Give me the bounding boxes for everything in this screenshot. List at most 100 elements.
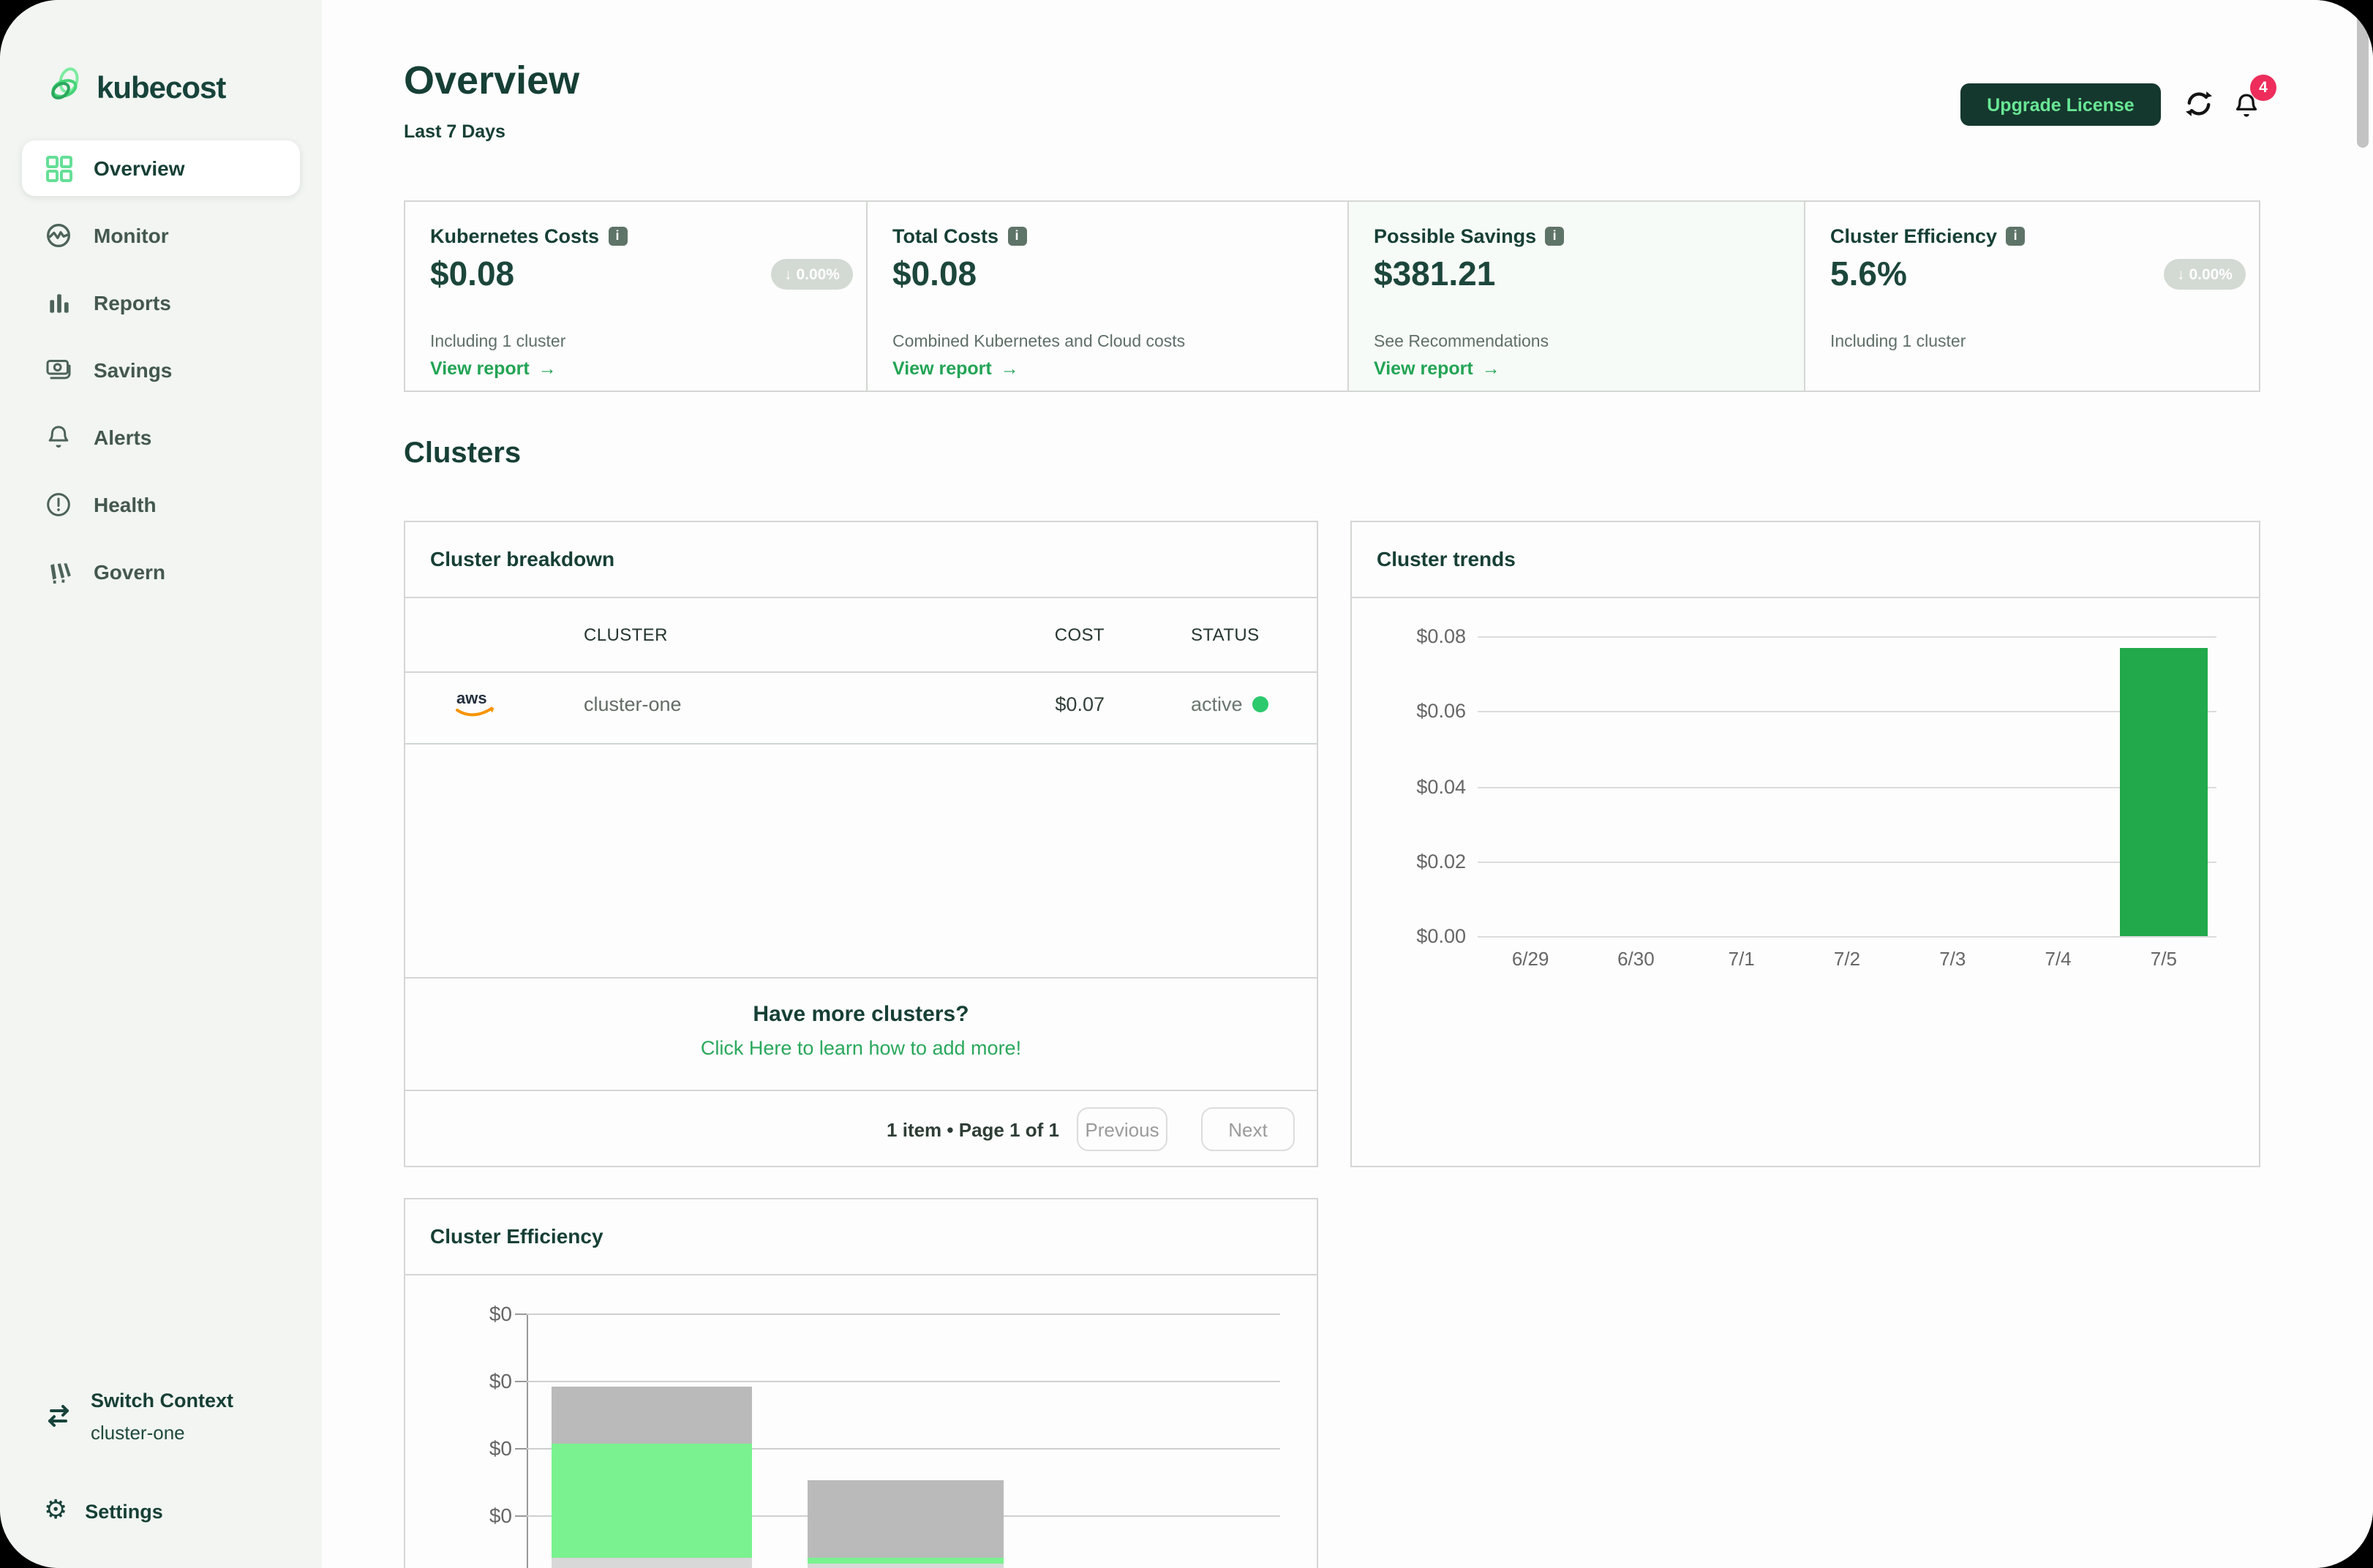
stat-description: Including 1 cluster	[430, 333, 565, 351]
info-icon[interactable]: i	[1007, 227, 1026, 246]
stat-value: $381.21	[1374, 255, 1495, 294]
sidebar-item-label: Reports	[94, 291, 171, 314]
view-report-link[interactable]: View report→	[430, 358, 557, 379]
efficiency-bar	[808, 1480, 1004, 1568]
previous-page-button[interactable]: Previous	[1077, 1107, 1167, 1151]
y-axis-tick-label: $0.04	[1378, 775, 1466, 797]
card-title: Cluster trends	[1377, 547, 1516, 570]
stat-value: $0.08	[892, 255, 977, 294]
kubecost-logo: kubecost	[50, 67, 225, 110]
y-axis-tick-label: $0	[424, 1504, 512, 1527]
sidebar-item-label: Govern	[94, 560, 165, 584]
refresh-button[interactable]	[2183, 88, 2215, 120]
x-axis-tick-label: 6/30	[1617, 948, 1655, 970]
cash-icon	[44, 355, 73, 385]
switch-context-value: cluster-one	[91, 1422, 233, 1444]
stat-label: Possible Savings	[1374, 225, 1536, 247]
notification-bell-icon	[2230, 104, 2261, 126]
swap-arrows-icon	[44, 1404, 73, 1444]
bar-segment-idle	[808, 1480, 1004, 1558]
gridline	[527, 1381, 1280, 1382]
scrollbar-thumb[interactable]	[2357, 6, 2369, 148]
arrow-right-icon: →	[538, 358, 557, 379]
column-header-status: STATUS	[1191, 625, 1260, 645]
axis-tick	[515, 1381, 527, 1382]
aws-logo: aws	[454, 687, 497, 730]
settings-button[interactable]: ⚙ Settings	[44, 1498, 163, 1524]
cluster-efficiency-card: Cluster Efficiency $0$0$0$0	[404, 1198, 1318, 1568]
stat-description: Including 1 cluster	[1830, 333, 1966, 351]
arrow-right-icon: →	[1482, 358, 1500, 379]
bell-icon	[44, 423, 73, 452]
card-title: Cluster Efficiency	[430, 1224, 603, 1248]
stat-card-cluster-efficiency: Cluster Efficiencyi 5.6% ↓0.00% Includin…	[1804, 202, 2259, 391]
y-axis-tick-label: $0	[424, 1302, 512, 1325]
app-window: kubecost Overview	[0, 0, 2373, 1568]
sidebar-item-label: Savings	[94, 358, 172, 382]
svg-text:aws: aws	[456, 689, 487, 707]
delta-badge: ↓0.00%	[2164, 259, 2246, 290]
alert-circle-icon	[44, 490, 73, 519]
clusters-heading: Clusters	[404, 437, 521, 471]
x-axis-tick-label: 7/2	[1834, 948, 1860, 970]
bar-chart-icon	[44, 288, 73, 317]
sidebar-item-monitor[interactable]: Monitor	[22, 208, 300, 263]
axis-tick	[515, 1515, 527, 1517]
refresh-icon	[2183, 102, 2215, 124]
info-icon[interactable]: i	[608, 227, 627, 246]
switch-context[interactable]: Switch Context cluster-one	[44, 1390, 233, 1444]
y-axis-tick-label: $0.06	[1378, 701, 1466, 723]
sidebar-item-savings[interactable]: Savings	[22, 342, 300, 398]
sidebar-item-label: Health	[94, 493, 157, 516]
sidebar-item-reports[interactable]: Reports	[22, 275, 300, 331]
cluster-breakdown-card: Cluster breakdown CLUSTER COST STATUS aw…	[404, 521, 1318, 1167]
sidebar-item-govern[interactable]: Govern	[22, 544, 300, 600]
add-clusters-link[interactable]: Click Here to learn how to add more!	[405, 1037, 1317, 1059]
delta-badge: ↓0.00%	[771, 259, 853, 290]
upgrade-license-button[interactable]: Upgrade License	[1960, 83, 2161, 126]
cluster-name: cluster-one	[584, 693, 682, 715]
bar-segment-efficient	[808, 1558, 1004, 1564]
stat-card-total-costs: Total Costs i $0.08 Combined Kubernetes a…	[866, 202, 1347, 391]
x-axis-tick-label: 7/4	[2045, 948, 2071, 970]
monitor-gauge-icon	[44, 221, 73, 250]
bar-segment-idle	[552, 1387, 752, 1444]
sidebar-item-alerts[interactable]: Alerts	[22, 410, 300, 465]
card-title: Cluster breakdown	[430, 547, 614, 570]
sidebar: kubecost Overview	[0, 0, 322, 1568]
info-icon[interactable]: i	[2006, 227, 2025, 246]
sidebar-item-health[interactable]: Health	[22, 477, 300, 532]
bar-segment-base	[808, 1564, 1004, 1568]
y-axis-tick-label: $0.02	[1378, 851, 1466, 872]
x-axis-tick-label: 6/29	[1512, 948, 1549, 970]
grid-icon	[44, 154, 73, 183]
stat-value: 5.6%	[1830, 255, 1907, 294]
y-axis-tick-label: $0.00	[1378, 925, 1466, 947]
gridline	[1478, 712, 2216, 713]
gridline	[1478, 786, 2216, 788]
settings-label: Settings	[85, 1500, 163, 1522]
notification-count-badge: 4	[2250, 75, 2276, 101]
switch-context-label: Switch Context	[91, 1390, 233, 1411]
sidebar-item-label: Monitor	[94, 224, 169, 247]
gridline	[1478, 936, 2216, 938]
x-axis-tick-label: 7/3	[1939, 948, 1966, 970]
x-axis-tick-label: 7/5	[2151, 948, 2177, 970]
trend-bar	[2121, 647, 2207, 936]
view-report-link[interactable]: View report→	[892, 358, 1019, 379]
info-icon[interactable]: i	[1545, 227, 1564, 246]
stat-description: See Recommendations	[1374, 333, 1549, 351]
stat-card-possible-savings: Possible Savings i $381.21 See Recommenda…	[1347, 202, 1804, 391]
arrow-right-icon: →	[1001, 358, 1019, 379]
sidebar-item-overview[interactable]: Overview	[22, 140, 300, 196]
view-report-link[interactable]: View report→	[1374, 358, 1500, 379]
x-axis-tick-label: 7/1	[1729, 948, 1755, 970]
stat-description: Combined Kubernetes and Cloud costs	[892, 333, 1185, 351]
next-page-button[interactable]: Next	[1201, 1107, 1295, 1151]
gridline	[1478, 862, 2216, 863]
stat-label: Total Costs	[892, 225, 999, 247]
status-dot	[1253, 696, 1269, 712]
stat-label: Kubernetes Costs	[430, 225, 599, 247]
stat-value: $0.08	[430, 255, 514, 294]
column-header-cluster: CLUSTER	[584, 625, 668, 645]
